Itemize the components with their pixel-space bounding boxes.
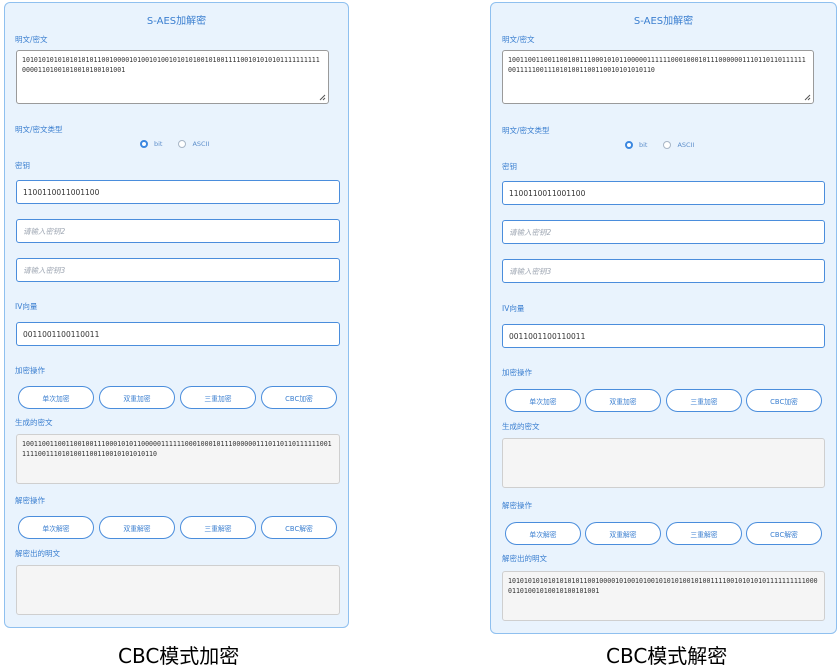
cipher-output-box: 1001100110011001001110001010110000011111… — [16, 434, 340, 484]
radio-selected-icon — [625, 141, 633, 149]
single-decrypt-button[interactable]: 单次解密 — [505, 522, 581, 545]
triple-encrypt-button[interactable]: 三重加密 — [666, 389, 742, 412]
radio-unselected-icon — [178, 140, 187, 148]
plaintext-textarea[interactable]: 1001100110011001001110001010110000011111… — [502, 50, 814, 104]
radio-ascii[interactable]: ASCII — [663, 141, 694, 149]
plaintext-label: 明文/密文 — [15, 35, 48, 44]
plaintext-value: 1010101010101010101100100001010010100101… — [22, 56, 320, 74]
triple-encrypt-button[interactable]: 三重加密 — [180, 386, 256, 409]
type-radio-group: bit ASCII — [140, 140, 209, 148]
key1-input[interactable]: 1100110011001100 — [16, 180, 340, 204]
key3-placeholder: 请输入密钥3 — [509, 266, 552, 276]
iv-label: IV向量 — [15, 302, 38, 311]
radio-unselected-icon — [663, 141, 672, 149]
key2-input[interactable]: 请输入密钥2 — [16, 219, 340, 243]
radio-bit[interactable]: bit — [625, 141, 647, 149]
plaintext-label: 明文/密文 — [502, 35, 535, 44]
cipher-out-label: 生成的密文 — [15, 418, 53, 427]
decrypt-panel: S-AES加解密 明文/密文 1001100110011001001110001… — [490, 2, 837, 634]
type-label: 明文/密文类型 — [15, 125, 63, 134]
radio-bit-label: bit — [154, 140, 163, 148]
single-encrypt-button[interactable]: 单次加密 — [18, 386, 94, 409]
type-label: 明文/密文类型 — [502, 126, 550, 135]
type-radio-group: bit ASCII — [625, 141, 694, 149]
encrypt-panel: S-AES加解密 明文/密文 1010101010101010101100100… — [4, 2, 349, 628]
plain-out-label: 解密出的明文 — [502, 554, 547, 563]
cbc-decrypt-button[interactable]: CBC解密 — [746, 522, 822, 545]
radio-bit[interactable]: bit — [140, 140, 162, 148]
key2-input[interactable]: 请输入密钥2 — [502, 220, 825, 244]
cipher-output-value: 1001100110011001001110001010110000011111… — [22, 440, 332, 458]
cbc-decrypt-button[interactable]: CBC解密 — [261, 516, 337, 539]
cbc-encrypt-button[interactable]: CBC加密 — [261, 386, 337, 409]
key3-placeholder: 请输入密钥3 — [23, 265, 66, 275]
iv-label: IV向量 — [502, 304, 525, 313]
key1-value: 1100110011001100 — [509, 188, 586, 198]
cipher-output-box — [502, 438, 825, 488]
double-decrypt-button[interactable]: 双重解密 — [585, 522, 661, 545]
key1-input[interactable]: 1100110011001100 — [502, 181, 825, 205]
radio-selected-icon — [140, 140, 148, 148]
single-decrypt-button[interactable]: 单次解密 — [18, 516, 94, 539]
caption-decrypt: CBC模式解密 — [606, 644, 728, 668]
encrypt-ops-label: 加密操作 — [15, 366, 45, 375]
decrypt-ops-label: 解密操作 — [15, 496, 45, 505]
iv-value: 0011001100110011 — [23, 329, 100, 339]
radio-bit-label: bit — [639, 141, 648, 149]
key2-placeholder: 请输入密钥2 — [23, 226, 66, 236]
double-decrypt-button[interactable]: 双重解密 — [99, 516, 175, 539]
iv-input[interactable]: 0011001100110011 — [16, 322, 340, 346]
plain-output-box — [16, 565, 340, 615]
double-encrypt-button[interactable]: 双重加密 — [99, 386, 175, 409]
plain-output-value: 1010101010101010101100100001010010100101… — [508, 577, 818, 595]
radio-ascii[interactable]: ASCII — [178, 140, 209, 148]
key-label: 密钥 — [15, 161, 30, 170]
key3-input[interactable]: 请输入密钥3 — [16, 258, 340, 282]
plaintext-value: 1001100110011001001110001010110000011111… — [508, 56, 806, 74]
plaintext-textarea[interactable]: 1010101010101010101100100001010010100101… — [16, 50, 329, 104]
plain-out-label: 解密出的明文 — [15, 549, 60, 558]
key3-input[interactable]: 请输入密钥3 — [502, 259, 825, 283]
single-encrypt-button[interactable]: 单次加密 — [505, 389, 581, 412]
iv-value: 0011001100110011 — [509, 331, 586, 341]
key-label: 密钥 — [502, 162, 517, 171]
triple-decrypt-button[interactable]: 三重解密 — [666, 522, 742, 545]
panel-title: S-AES加解密 — [633, 16, 694, 27]
radio-ascii-label: ASCII — [192, 140, 210, 148]
caption-encrypt: CBC模式加密 — [118, 644, 240, 668]
radio-ascii-label: ASCII — [677, 141, 695, 149]
resize-handle-icon[interactable] — [319, 94, 326, 101]
decrypt-ops-label: 解密操作 — [502, 501, 532, 510]
panel-title: S-AES加解密 — [146, 16, 207, 27]
triple-decrypt-button[interactable]: 三重解密 — [180, 516, 256, 539]
key2-placeholder: 请输入密钥2 — [509, 227, 552, 237]
plain-output-box: 1010101010101010101100100001010010100101… — [502, 571, 825, 621]
encrypt-ops-label: 加密操作 — [502, 368, 532, 377]
resize-handle-icon[interactable] — [804, 94, 811, 101]
iv-input[interactable]: 0011001100110011 — [502, 324, 825, 348]
double-encrypt-button[interactable]: 双重加密 — [585, 389, 661, 412]
cbc-encrypt-button[interactable]: CBC加密 — [746, 389, 822, 412]
cipher-out-label: 生成的密文 — [502, 422, 540, 431]
key1-value: 1100110011001100 — [23, 187, 100, 197]
